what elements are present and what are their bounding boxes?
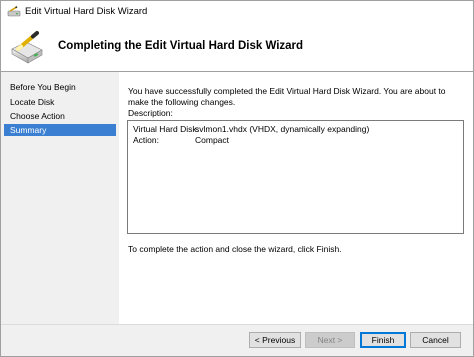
previous-button[interactable]: < Previous xyxy=(249,332,301,348)
nav-item-summary[interactable]: Summary xyxy=(4,124,116,136)
description-value: svlmon1.vhdx (VHDX, dynamically expandin… xyxy=(195,124,370,134)
disk-wand-icon xyxy=(9,29,45,65)
wizard-window: Edit Virtual Hard Disk Wizard Completing… xyxy=(0,0,474,357)
finish-instruction: To complete the action and close the wiz… xyxy=(128,244,342,254)
button-bar: < Previous Next > Finish Cancel xyxy=(1,324,473,356)
summary-content: You have successfully completed the Edit… xyxy=(119,72,473,324)
header-title: Completing the Edit Virtual Hard Disk Wi… xyxy=(58,40,304,52)
next-button[interactable]: Next > xyxy=(305,332,355,348)
title-bar: Edit Virtual Hard Disk Wizard xyxy=(1,1,473,23)
description-value: Compact xyxy=(195,135,230,145)
description-key: Action: xyxy=(133,135,159,145)
description-label: Description: xyxy=(128,108,173,118)
finish-button[interactable]: Finish xyxy=(360,332,406,348)
window-title: Edit Virtual Hard Disk Wizard xyxy=(25,6,148,17)
description-box[interactable]: Virtual Hard Disk: svlmon1.vhdx (VHDX, d… xyxy=(127,120,464,234)
nav-item-locate-disk[interactable]: Locate Disk xyxy=(4,96,116,108)
cancel-button[interactable]: Cancel xyxy=(410,332,461,348)
nav-item-choose-action[interactable]: Choose Action xyxy=(4,110,116,122)
nav-item-before-you-begin[interactable]: Before You Begin xyxy=(4,81,116,93)
description-key: Virtual Hard Disk: xyxy=(133,124,199,134)
wizard-steps-sidebar: Before You Begin Locate Disk Choose Acti… xyxy=(1,72,119,324)
disk-wand-icon xyxy=(7,6,21,17)
wizard-header: Completing the Edit Virtual Hard Disk Wi… xyxy=(1,23,473,71)
intro-text: You have successfully completed the Edit… xyxy=(128,86,446,107)
